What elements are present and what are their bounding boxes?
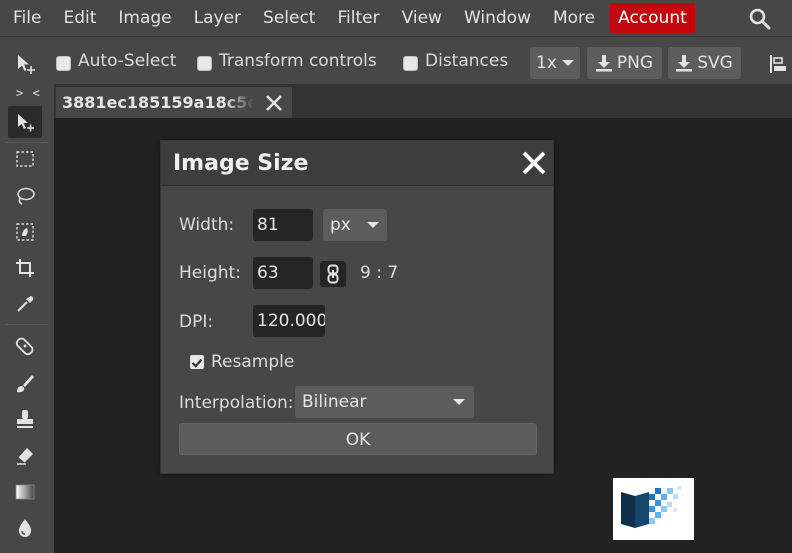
height-input[interactable]: [253, 257, 313, 289]
brush-tool-icon: [17, 375, 34, 393]
dpi-label: DPI:: [179, 312, 214, 332]
menu-view[interactable]: View: [391, 0, 453, 36]
constrain-proportions-button[interactable]: [320, 261, 346, 287]
export-svg-button[interactable]: SVG: [668, 47, 741, 79]
logo-badge: [613, 478, 694, 540]
menu-image[interactable]: Image: [107, 0, 182, 36]
zoom-select[interactable]: 1x: [530, 47, 580, 79]
blur-tool[interactable]: [8, 512, 42, 544]
align-icon[interactable]: [768, 53, 788, 75]
lasso-tool-icon: [17, 187, 35, 205]
download-icon: [595, 55, 612, 72]
tools-panel: > <: [0, 84, 54, 553]
resample-label: Resample: [211, 352, 295, 372]
dialog-header[interactable]: Image Size: [161, 141, 553, 186]
tool-divider: [6, 324, 48, 325]
stamp-tool-icon: [17, 410, 33, 428]
width-label: Width:: [179, 215, 235, 235]
menu-more[interactable]: More: [542, 0, 606, 36]
resample-checkbox[interactable]: [190, 355, 204, 369]
close-icon[interactable]: [264, 93, 284, 113]
crop-tool-icon: [16, 259, 34, 277]
width-input[interactable]: [253, 209, 313, 241]
eraser-tool[interactable]: [8, 439, 42, 471]
eyedropper-tool-icon: [17, 296, 34, 312]
unit-value: px: [330, 215, 351, 235]
chevron-down-icon: [453, 399, 465, 405]
image-size-dialog: Image Size Width: px Height: 9 : 7 DPI: …: [160, 140, 554, 474]
zoom-value: 1x: [536, 53, 557, 73]
marquee-tool[interactable]: [8, 143, 42, 175]
gradient-tool[interactable]: [8, 476, 42, 508]
chain-link-icon: [327, 264, 339, 284]
move-tool[interactable]: [8, 106, 42, 138]
interpolation-label: Interpolation:: [179, 393, 294, 413]
stamp-tool[interactable]: [8, 403, 42, 435]
auto-select-checkbox[interactable]: [56, 56, 71, 71]
menu-filter[interactable]: Filter: [326, 0, 390, 36]
blur-tool-icon: [18, 519, 32, 537]
search-icon[interactable]: [748, 7, 772, 31]
aspect-ratio: 9 : 7: [360, 263, 399, 283]
document-tab[interactable]: 3881ec185159a18c5ef: [56, 87, 292, 118]
distances-label: Distances: [425, 51, 509, 71]
interpolation-select[interactable]: Bilinear: [295, 386, 474, 418]
menu-file[interactable]: File: [0, 0, 52, 36]
menu-select[interactable]: Select: [252, 0, 326, 36]
chevron-down-icon: [561, 60, 574, 66]
unit-select[interactable]: px: [323, 209, 387, 241]
collapse-toggle[interactable]: > <: [16, 86, 41, 100]
export-svg-label: SVG: [697, 53, 733, 73]
move-tool-icon: [18, 114, 34, 132]
height-label: Height:: [179, 263, 241, 283]
eraser-tool-icon: [17, 448, 33, 465]
lasso-tool[interactable]: [8, 180, 42, 212]
ok-button[interactable]: OK: [179, 423, 537, 455]
eyedropper-tool[interactable]: [8, 288, 42, 320]
account-button[interactable]: Account: [610, 3, 695, 33]
distances-checkbox[interactable]: [403, 56, 418, 71]
transform-controls-checkbox[interactable]: [197, 56, 212, 71]
menu-window[interactable]: Window: [453, 0, 542, 36]
move-tool-icon: [18, 55, 35, 74]
close-icon[interactable]: [520, 149, 548, 177]
interpolation-value: Bilinear: [302, 392, 367, 412]
quick-select-tool[interactable]: [8, 216, 42, 248]
crop-tool[interactable]: [8, 252, 42, 284]
checkmark-icon: [191, 358, 203, 368]
document-tab-bar: 3881ec185159a18c5ef: [54, 84, 792, 118]
chevron-down-icon: [367, 222, 379, 228]
dialog-title: Image Size: [173, 151, 309, 176]
document-tab-label: 3881ec185159a18c5ef: [62, 93, 254, 112]
brand-logo-icon: [621, 486, 681, 528]
menu-edit[interactable]: Edit: [52, 0, 107, 36]
healing-tool[interactable]: [8, 330, 42, 362]
gradient-tool-icon: [15, 484, 35, 500]
healing-tool-icon: [15, 337, 34, 356]
menu-layer[interactable]: Layer: [183, 0, 252, 36]
download-icon: [676, 55, 693, 72]
auto-select-label: Auto-Select: [78, 51, 177, 71]
transform-controls-label: Transform controls: [219, 51, 377, 71]
export-png-button[interactable]: PNG: [587, 47, 662, 79]
dpi-input[interactable]: [253, 305, 325, 337]
export-png-label: PNG: [616, 53, 654, 73]
options-bar: Auto-Select Transform controls Distances…: [0, 36, 792, 84]
marquee-tool-icon: [16, 151, 34, 167]
menu-bar: File Edit Image Layer Select Filter View…: [0, 0, 792, 36]
brush-tool[interactable]: [8, 367, 42, 399]
quick-select-tool-icon: [16, 223, 34, 241]
